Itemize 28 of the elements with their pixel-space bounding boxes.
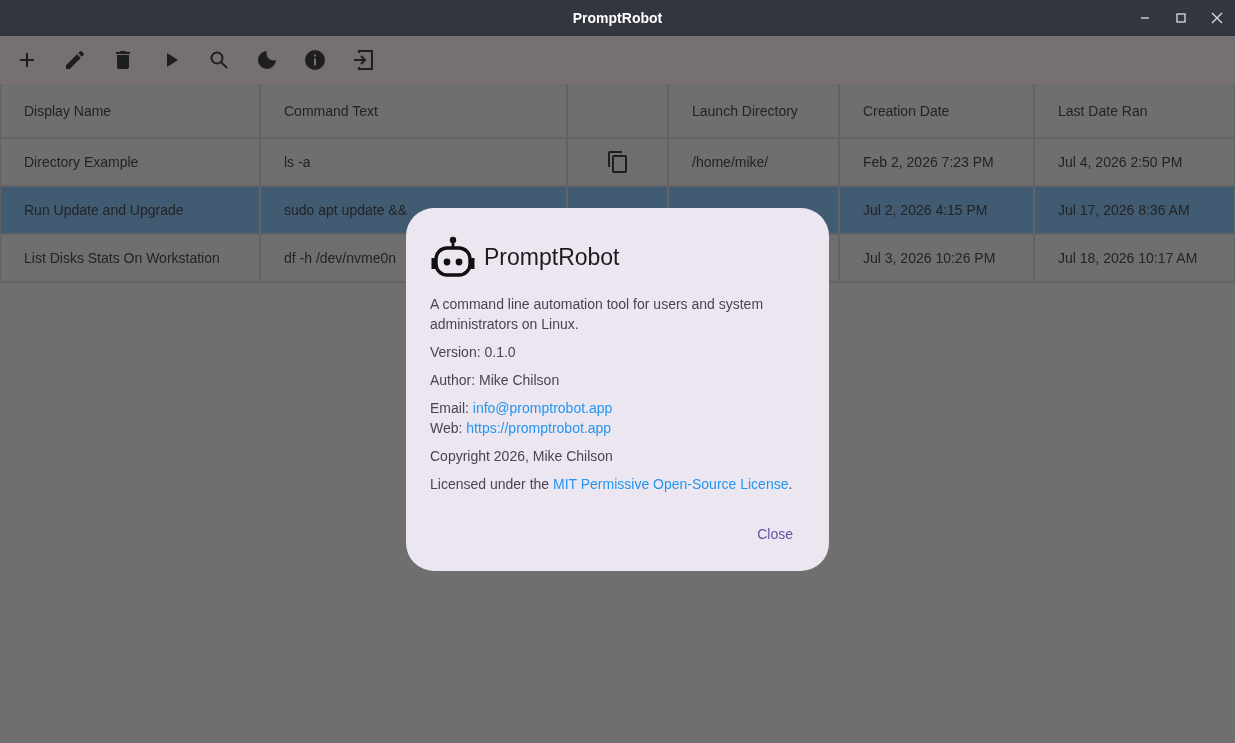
info-icon[interactable] [303, 48, 327, 72]
table-cell: Jul 18, 2026 10:17 AM [1035, 235, 1235, 283]
window-title: PromptRobot [572, 8, 663, 28]
email-label: Email: [430, 400, 469, 416]
moon-icon[interactable] [255, 48, 279, 72]
column-header: Display Name [1, 85, 261, 139]
description-text: A command line automation tool for users and system administrators on Linux. [430, 295, 765, 334]
web-label: Web: [430, 420, 463, 436]
version-text: Version: 0.1.0 [430, 343, 517, 362]
email-link[interactable]: info@promptrobot.app [472, 400, 613, 416]
column-header: Command Text [261, 85, 568, 139]
author-text: Author: Mike Chilson [430, 371, 561, 390]
close-button[interactable]: Close [745, 518, 805, 551]
web-link[interactable]: https://promptrobot.app [466, 420, 612, 436]
table-cell[interactable]: Run Update and Upgrade [1, 187, 261, 235]
pencil-icon[interactable] [63, 48, 87, 72]
table-cell: Jul 3, 2026 10:26 PM [840, 235, 1035, 283]
exit-icon[interactable] [351, 48, 375, 72]
robot-icon [430, 236, 476, 278]
table-cell: Jul 2, 2026 4:15 PM [840, 187, 1035, 235]
column-header: Creation Date [840, 85, 1035, 139]
table-cell[interactable]: List Disks Stats On Workstation [1, 235, 261, 283]
copy-icon[interactable] [605, 150, 630, 174]
column-header: Launch Directory [669, 85, 840, 139]
table-cell: Jul 17, 2026 8:36 AM [1035, 187, 1235, 235]
license-text: Licensed under the MIT Permissive Open-Source License. [430, 475, 794, 494]
column-header: Last Date Ran [1035, 85, 1235, 139]
copyright-text: Copyright 2026, Mike Chilson [430, 447, 614, 466]
